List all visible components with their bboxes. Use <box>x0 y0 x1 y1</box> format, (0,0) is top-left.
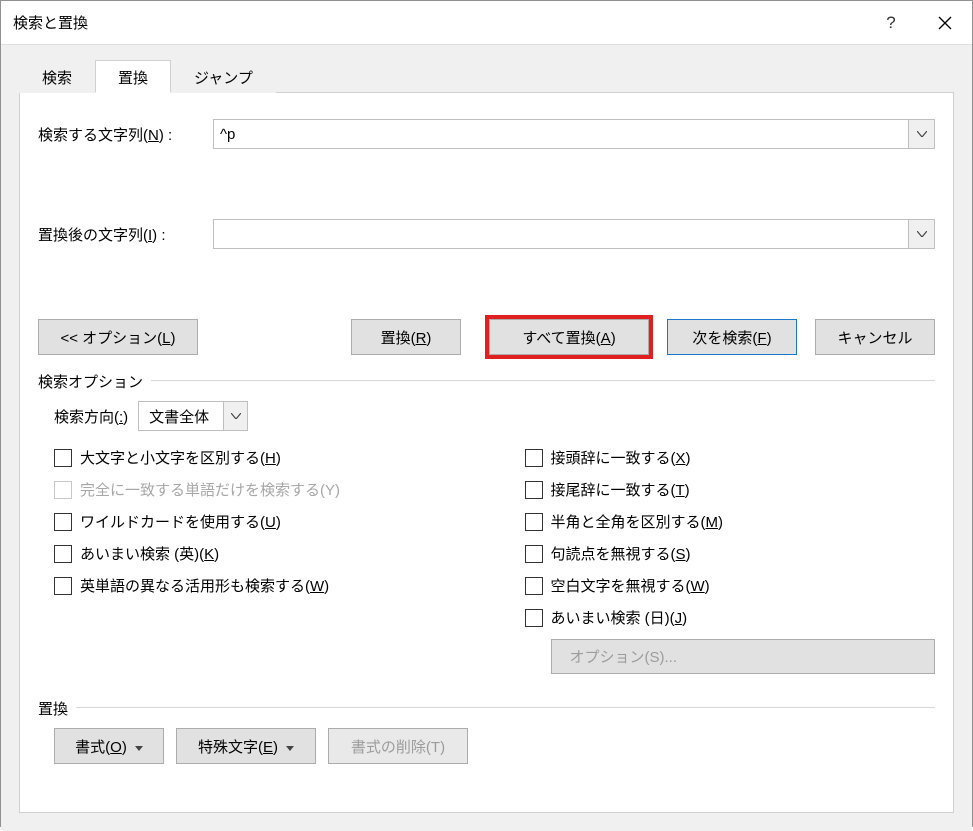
checkbox-icon <box>525 609 543 627</box>
search-direction-label: 検索方向(:) <box>54 406 128 427</box>
search-direction-select[interactable]: 文書全体 <box>138 401 248 431</box>
checkbox-icon <box>525 577 543 595</box>
checkbox-whole-word: 完全に一致する単語だけを検索する(Y) <box>54 479 465 500</box>
caret-down-icon <box>135 738 143 755</box>
find-row: 検索する文字列(N) : ^p <box>38 119 935 149</box>
caret-down-icon <box>286 738 294 755</box>
replace-button[interactable]: 置換(R) <box>351 319 461 355</box>
direction-dropdown-button[interactable] <box>223 402 247 430</box>
titlebar: 検索と置換 ? <box>1 1 972 45</box>
checkbox-match-case[interactable]: 大文字と小文字を区別する(H) <box>54 447 465 468</box>
find-label: 検索する文字列(N) : <box>38 124 213 145</box>
help-button[interactable]: ? <box>864 1 918 45</box>
tab-panel-replace: 検索する文字列(N) : ^p 置換後の文字列(I) : <box>19 93 954 813</box>
replace-row: 置換後の文字列(I) : <box>38 219 935 249</box>
checkbox-match-prefix[interactable]: 接頭辞に一致する(X) <box>525 447 936 468</box>
chevron-down-icon <box>917 131 927 137</box>
format-button[interactable]: 書式(O) <box>54 728 164 764</box>
dialog-title: 検索と置換 <box>13 12 864 33</box>
cancel-button[interactable]: キャンセル <box>815 319 935 355</box>
close-icon <box>938 16 952 30</box>
checkbox-icon <box>525 481 543 499</box>
checkbox-icon <box>54 481 72 499</box>
replace-section-legend: 置換 <box>38 698 935 716</box>
search-options-legend: 検索オプション <box>38 371 935 389</box>
tab-find[interactable]: 検索 <box>19 60 95 93</box>
options-left-column: 大文字と小文字を区別する(H) 完全に一致する単語だけを検索する(Y) ワイルド… <box>54 447 465 674</box>
dialog-content: 検索 置換 ジャンプ 検索する文字列(N) : ^p 置換後の文字列(I) : <box>1 45 972 831</box>
checkbox-icon <box>54 449 72 467</box>
chevron-down-icon <box>231 413 241 419</box>
checkbox-icon <box>54 545 72 563</box>
checkbox-word-forms[interactable]: 英単語の異なる活用形も検索する(W) <box>54 575 465 596</box>
special-button[interactable]: 特殊文字(E) <box>176 728 316 764</box>
find-combo[interactable]: ^p <box>213 119 935 149</box>
checkbox-sounds-like[interactable]: あいまい検索 (英)(K) <box>54 543 465 564</box>
replace-input[interactable] <box>213 219 909 249</box>
find-replace-dialog: 検索と置換 ? 検索 置換 ジャンプ 検索する文字列(N) : ^p <box>0 0 973 827</box>
tab-replace[interactable]: 置換 <box>95 60 171 93</box>
checkbox-icon <box>54 513 72 531</box>
find-next-button[interactable]: 次を検索(F) <box>667 319 797 355</box>
tab-jump[interactable]: ジャンプ <box>171 60 276 93</box>
replace-label: 置換後の文字列(I) : <box>38 224 213 245</box>
format-button-row: 書式(O) 特殊文字(E) 書式の削除(T) <box>38 728 935 764</box>
checkbox-icon <box>525 449 543 467</box>
find-input[interactable]: ^p <box>213 119 909 149</box>
checkbox-icon <box>525 545 543 563</box>
checkbox-match-suffix[interactable]: 接尾辞に一致する(T) <box>525 479 936 500</box>
checkbox-icon <box>54 577 72 595</box>
no-formatting-button: 書式の削除(T) <box>328 728 468 764</box>
tabstrip: 検索 置換 ジャンプ <box>19 59 954 93</box>
options-grid: 大文字と小文字を区別する(H) 完全に一致する単語だけを検索する(Y) ワイルド… <box>38 447 935 674</box>
replace-all-button[interactable]: すべて置換(A) <box>489 319 649 355</box>
search-direction-row: 検索方向(:) 文書全体 <box>38 401 935 431</box>
checkbox-half-full-width[interactable]: 半角と全角を区別する(M) <box>525 511 936 532</box>
action-button-row: << オプション(L) 置換(R) すべて置換(A) 次を検索(F) キャンセル <box>38 319 935 355</box>
checkbox-wildcards[interactable]: ワイルドカードを使用する(U) <box>54 511 465 532</box>
replace-dropdown-button[interactable] <box>909 219 935 249</box>
fuzzy-options-button: オプション(S)... <box>551 639 936 674</box>
find-dropdown-button[interactable] <box>909 119 935 149</box>
checkbox-ignore-punctuation[interactable]: 句読点を無視する(S) <box>525 543 936 564</box>
checkbox-ignore-whitespace[interactable]: 空白文字を無視する(W) <box>525 575 936 596</box>
close-button[interactable] <box>918 1 972 45</box>
chevron-down-icon <box>917 231 927 237</box>
options-right-column: 接頭辞に一致する(X) 接尾辞に一致する(T) 半角と全角を区別する(M) 句読… <box>465 447 936 674</box>
checkbox-fuzzy-japanese[interactable]: あいまい検索 (日)(J) <box>525 607 936 628</box>
options-toggle-button[interactable]: << オプション(L) <box>38 319 198 355</box>
replace-combo[interactable] <box>213 219 935 249</box>
checkbox-icon <box>525 513 543 531</box>
